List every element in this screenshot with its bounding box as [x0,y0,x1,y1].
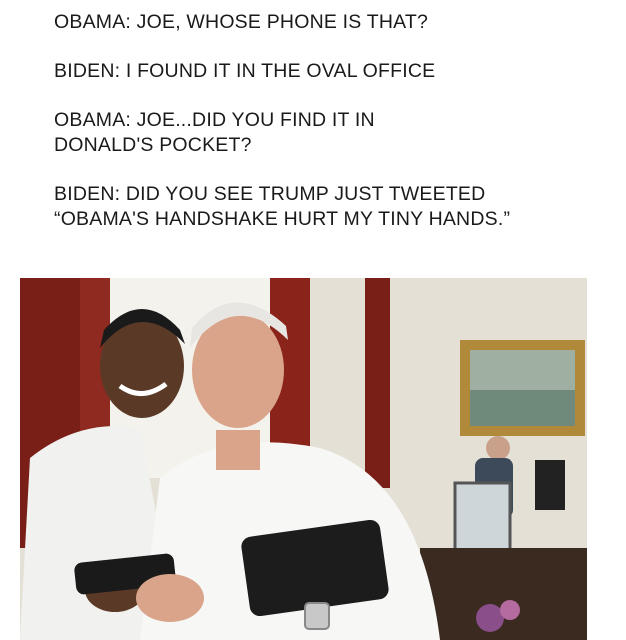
caption-line: BIDEN: I FOUND IT IN THE OVAL OFFICE [54,60,436,82]
photo [20,278,587,640]
caption-line: OBAMA: JOE, WHOSE PHONE IS THAT? [54,11,429,33]
monitor [453,481,512,555]
photo-illustration [20,278,587,640]
caption-line: DONALD'S POCKET? [54,134,252,156]
caption-line: “OBAMA'S HANDSHAKE HURT MY TINY HANDS.” [54,208,511,230]
desk [420,548,587,640]
caption-line: OBAMA: JOE...DID YOU FIND IT IN [54,109,375,131]
watch [304,602,330,630]
caption-line: BIDEN: DID YOU SEE TRUMP JUST TWEETED [54,183,486,205]
